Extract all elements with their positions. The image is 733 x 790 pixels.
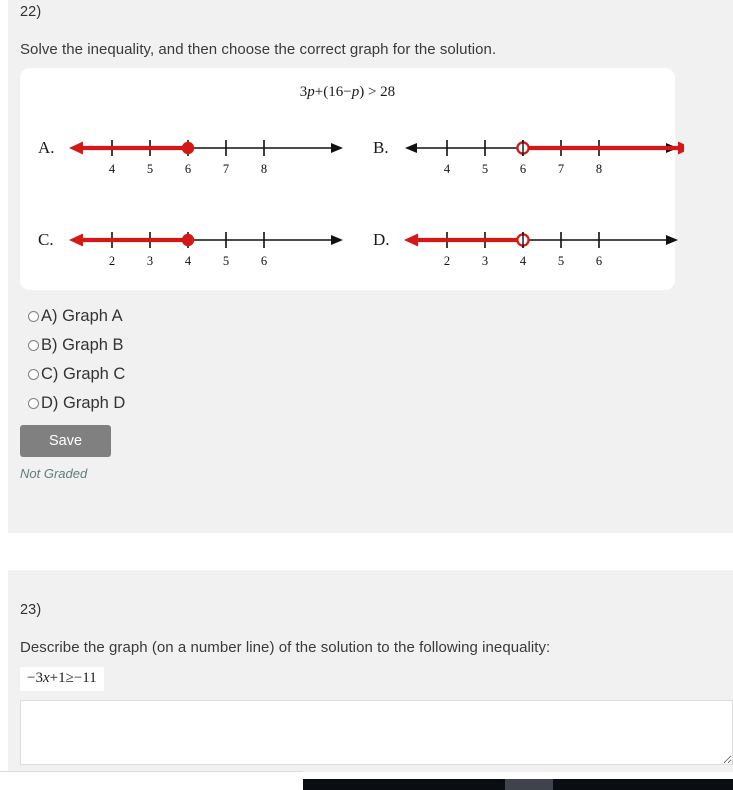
graph-a-numberline: 4 5 6 7 8 — [69, 140, 343, 176]
graph-b-label: B. — [373, 138, 389, 157]
svg-text:4: 4 — [185, 254, 192, 268]
svg-text:4: 4 — [520, 254, 527, 268]
question-22-prompt: Solve the inequality, and then choose th… — [20, 41, 497, 58]
formula-variable-p1: p — [307, 84, 315, 100]
svg-text:5: 5 — [558, 254, 564, 268]
choice-b[interactable]: B) Graph B — [28, 336, 124, 355]
radio-button-b[interactable] — [28, 340, 39, 351]
question-22-number: 22) — [20, 4, 42, 20]
not-graded-status: Not Graded — [20, 466, 88, 481]
save-button[interactable]: Save — [20, 425, 111, 457]
svg-text:3: 3 — [482, 254, 488, 268]
graph-option-c[interactable]: C. 2 3 4 5 6 — [38, 222, 348, 272]
graph-option-a[interactable]: A. 4 5 6 7 8 — [38, 130, 348, 180]
question-22-formula: 3p+(16−p) > 28 — [20, 84, 675, 101]
svg-text:5: 5 — [147, 162, 153, 176]
formula23-variable-x: x — [42, 670, 50, 686]
svg-text:5: 5 — [223, 254, 229, 268]
choice-c[interactable]: C) Graph C — [28, 365, 125, 384]
svg-text:6: 6 — [261, 254, 267, 268]
question-23-prompt: Describe the graph (on a number line) of… — [20, 639, 551, 656]
choice-b-label: B) Graph B — [41, 336, 124, 354]
formula-mid: +(16− — [314, 84, 352, 100]
svg-text:6: 6 — [185, 162, 191, 176]
formula23-tail: +1≥−11 — [49, 670, 97, 686]
svg-text:6: 6 — [596, 254, 602, 268]
svg-text:4: 4 — [109, 162, 116, 176]
question-23-answer-input[interactable] — [20, 700, 733, 765]
graph-option-b[interactable]: B. 4 5 6 7 8 — [373, 130, 684, 180]
graph-d-label: D. — [373, 230, 390, 249]
svg-text:5: 5 — [482, 162, 488, 176]
choice-d-label: D) Graph D — [41, 394, 126, 412]
svg-text:8: 8 — [596, 162, 602, 176]
radio-button-c[interactable] — [28, 369, 39, 380]
svg-text:2: 2 — [444, 254, 450, 268]
page-root: 22) Solve the inequality, and then choos… — [0, 0, 733, 790]
choice-a[interactable]: A) Graph A — [28, 307, 123, 326]
graph-option-d[interactable]: D. 2 3 4 5 6 — [373, 222, 683, 272]
formula23-lead: −3 — [27, 670, 43, 686]
choice-a-label: A) Graph A — [41, 307, 123, 325]
graph-d-numberline: 2 3 4 5 6 — [404, 232, 678, 268]
choice-c-label: C) Graph C — [41, 365, 126, 383]
graph-b-numberline: 4 5 6 7 8 — [405, 140, 684, 176]
formula-tail: ) > 28 — [359, 84, 396, 100]
radio-button-d[interactable] — [28, 398, 39, 409]
question-23-formula: −3x+1≥−11 — [20, 667, 104, 691]
graph-c-numberline: 2 3 4 5 6 — [69, 232, 343, 268]
svg-text:8: 8 — [261, 162, 267, 176]
radio-button-a[interactable] — [28, 311, 39, 322]
svg-text:2: 2 — [109, 254, 115, 268]
question-23-number: 23) — [20, 602, 42, 618]
svg-text:3: 3 — [147, 254, 153, 268]
choice-d[interactable]: D) Graph D — [28, 394, 125, 413]
svg-text:4: 4 — [444, 162, 451, 176]
graph-c-label: C. — [38, 230, 54, 249]
graph-choices-card: 3p+(16−p) > 28 A. 45678 B. 45678 C. 2345… — [20, 68, 684, 290]
graph-a-label: A. — [38, 138, 55, 157]
svg-text:7: 7 — [223, 162, 229, 176]
svg-text:6: 6 — [520, 162, 526, 176]
svg-text:7: 7 — [558, 162, 564, 176]
os-taskbar-active-item[interactable] — [505, 779, 553, 790]
